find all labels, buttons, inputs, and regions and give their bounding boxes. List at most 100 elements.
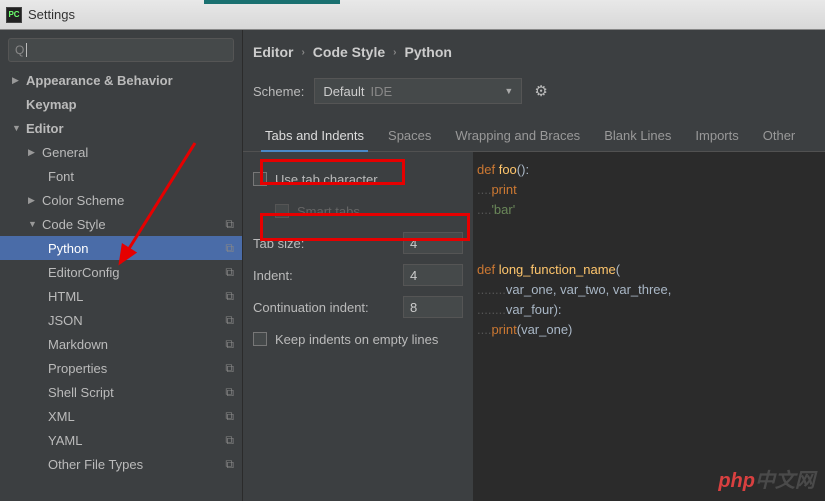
tree-yaml[interactable]: YAML ⧉ [0, 428, 242, 452]
cont-indent-label: Continuation indent: [253, 300, 403, 315]
checkbox-smart-tabs [275, 204, 289, 218]
keep-indents-row[interactable]: Keep indents on empty lines [253, 324, 463, 354]
indent-row: Indent: [253, 260, 463, 290]
tree-shell-script[interactable]: Shell Script ⧉ [0, 380, 242, 404]
settings-tree: ▶ Appearance & Behavior Keymap ▼ Editor … [0, 68, 242, 476]
copy-icon[interactable]: ⧉ [225, 457, 234, 472]
window-title: Settings [28, 7, 75, 22]
tree-label: Font [48, 169, 242, 184]
tree-label: Other File Types [48, 457, 225, 472]
tab-tabs-indents[interactable]: Tabs and Indents [253, 122, 376, 151]
settings-sidebar: Q ▶ Appearance & Behavior Keymap ▼ Edito… [0, 30, 243, 501]
tab-blank-lines[interactable]: Blank Lines [592, 122, 683, 151]
code-line: ....'bar' [477, 200, 821, 220]
copy-icon[interactable]: ⧉ [225, 217, 234, 232]
chevron-right-icon: ▶ [28, 195, 38, 206]
tree-label: JSON [48, 313, 225, 328]
tab-imports[interactable]: Imports [683, 122, 750, 151]
tree-label: Keymap [26, 97, 242, 112]
breadcrumb-code-style[interactable]: Code Style [313, 44, 385, 60]
app-logo: PC [6, 7, 22, 23]
breadcrumb-python[interactable]: Python [405, 44, 452, 60]
tree-json[interactable]: JSON ⧉ [0, 308, 242, 332]
scheme-tag: IDE [371, 84, 505, 99]
indent-input[interactable] [403, 264, 463, 286]
scheme-row: Scheme: Default IDE ▼ ⚙ [243, 74, 825, 108]
tab-size-row: Tab size: [253, 228, 463, 258]
tree-label: Color Scheme [42, 193, 242, 208]
tree-label: XML [48, 409, 225, 424]
tree-appearance[interactable]: ▶ Appearance & Behavior [0, 68, 242, 92]
tree-code-style[interactable]: ▼ Code Style ⧉ [0, 212, 242, 236]
code-preview: def foo(): ....print ....'bar' def long_… [473, 152, 825, 501]
copy-icon[interactable]: ⧉ [225, 385, 234, 400]
code-line: def long_function_name( [477, 260, 821, 280]
tree-keymap[interactable]: Keymap [0, 92, 242, 116]
breadcrumb-editor[interactable]: Editor [253, 44, 293, 60]
code-line: def foo(): [477, 160, 821, 180]
tree-color-scheme[interactable]: ▶ Color Scheme [0, 188, 242, 212]
copy-icon[interactable]: ⧉ [225, 433, 234, 448]
teal-accent [204, 0, 340, 4]
tree-xml[interactable]: XML ⧉ [0, 404, 242, 428]
tree-label: Shell Script [48, 385, 225, 400]
tab-wrapping[interactable]: Wrapping and Braces [443, 122, 592, 151]
tree-other-file-types[interactable]: Other File Types ⧉ [0, 452, 242, 476]
cursor [26, 43, 27, 57]
titlebar: PC Settings [0, 0, 825, 30]
checkbox-keep-indents[interactable] [253, 332, 267, 346]
scheme-select[interactable]: Default IDE ▼ [314, 78, 522, 104]
tree-font[interactable]: Font [0, 164, 242, 188]
copy-icon[interactable]: ⧉ [225, 289, 234, 304]
code-line: ....print [477, 180, 821, 200]
copy-icon[interactable]: ⧉ [225, 361, 234, 376]
chevron-right-icon: ▶ [28, 147, 38, 158]
copy-icon[interactable]: ⧉ [225, 409, 234, 424]
scheme-value: Default [323, 84, 364, 99]
tab-other[interactable]: Other [751, 122, 808, 151]
use-tab-char-row[interactable]: Use tab character [253, 164, 463, 194]
blank-line [477, 220, 821, 240]
code-line: ........var_one, var_two, var_three, [477, 280, 821, 300]
cont-indent-input[interactable] [403, 296, 463, 318]
copy-icon[interactable]: ⧉ [225, 241, 234, 256]
indent-form: Use tab character Smart tabs Tab size: I… [243, 152, 473, 501]
tree-properties[interactable]: Properties ⧉ [0, 356, 242, 380]
watermark: php中文网 [718, 464, 815, 493]
tree-html[interactable]: HTML ⧉ [0, 284, 242, 308]
chevron-down-icon: ▼ [28, 219, 38, 229]
tree-label: Editor [26, 121, 242, 136]
search-icon: Q [15, 43, 24, 57]
scheme-label: Scheme: [253, 84, 304, 99]
indent-label: Indent: [253, 268, 403, 283]
tab-size-label: Tab size: [253, 236, 403, 251]
tree-label: Properties [48, 361, 225, 376]
chevron-right-icon: ▶ [12, 75, 22, 86]
tab-spaces[interactable]: Spaces [376, 122, 443, 151]
copy-icon[interactable]: ⧉ [225, 337, 234, 352]
smart-tabs-row: Smart tabs [253, 196, 463, 226]
tree-markdown[interactable]: Markdown ⧉ [0, 332, 242, 356]
gear-icon[interactable]: ⚙ [534, 82, 547, 100]
content-panel: Editor › Code Style › Python Scheme: Def… [243, 30, 825, 501]
cont-indent-row: Continuation indent: [253, 292, 463, 322]
tree-editorconfig[interactable]: EditorConfig ⧉ [0, 260, 242, 284]
tree-label: Markdown [48, 337, 225, 352]
tree-editor[interactable]: ▼ Editor [0, 116, 242, 140]
checkbox-use-tab[interactable] [253, 172, 267, 186]
tree-label: YAML [48, 433, 225, 448]
tree-python[interactable]: Python ⧉ [0, 236, 242, 260]
code-line: ........var_four): [477, 300, 821, 320]
search-input[interactable]: Q [8, 38, 234, 62]
copy-icon[interactable]: ⧉ [225, 313, 234, 328]
tree-label: HTML [48, 289, 225, 304]
breadcrumb: Editor › Code Style › Python [243, 30, 825, 74]
tree-general[interactable]: ▶ General [0, 140, 242, 164]
smart-tabs-label: Smart tabs [297, 204, 463, 219]
tab-bar: Tabs and Indents Spaces Wrapping and Bra… [243, 118, 825, 152]
chevron-down-icon: ▼ [12, 123, 22, 133]
tree-label: EditorConfig [48, 265, 225, 280]
tab-size-input[interactable] [403, 232, 463, 254]
copy-icon[interactable]: ⧉ [225, 265, 234, 280]
use-tab-label: Use tab character [275, 172, 463, 187]
